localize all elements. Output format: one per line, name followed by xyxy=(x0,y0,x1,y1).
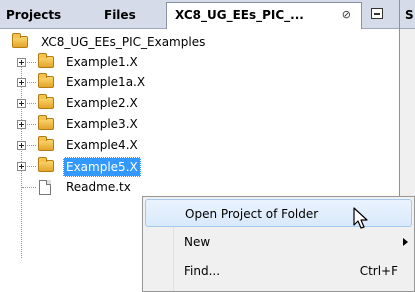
expand-icon[interactable] xyxy=(17,58,26,67)
tree-connector xyxy=(27,124,36,125)
expand-icon[interactable] xyxy=(17,141,26,150)
tab-files[interactable]: Files xyxy=(98,3,164,28)
tree-node-label: Example1.X xyxy=(66,55,138,69)
tree-connector xyxy=(27,166,36,167)
right-panel-tab[interactable]: S xyxy=(405,8,414,22)
tab-navigator-project[interactable]: XC8_UG_EEs_PIC_... ⊘ xyxy=(166,2,362,29)
expand-icon[interactable] xyxy=(17,162,26,171)
tree-connector xyxy=(22,187,36,188)
file-icon xyxy=(39,180,51,195)
tree-connector xyxy=(27,145,36,146)
expand-icon[interactable] xyxy=(17,99,26,108)
tree-connector xyxy=(27,103,36,104)
mouse-cursor-icon xyxy=(353,207,368,229)
folder-icon xyxy=(38,73,54,88)
tab-projects[interactable]: Projects xyxy=(0,3,98,28)
submenu-arrow-icon xyxy=(403,238,408,246)
folder-icon xyxy=(38,53,54,68)
context-menu: Open Project of Folder New Find... Ctrl+… xyxy=(142,196,415,292)
menu-item-label: Open Project of Folder xyxy=(185,207,319,221)
tab-navigator-project-label: XC8_UG_EEs_PIC_... xyxy=(175,8,304,22)
folder-icon xyxy=(38,157,54,172)
folder-icon xyxy=(12,33,28,48)
expand-icon[interactable] xyxy=(17,78,26,87)
expand-icon[interactable] xyxy=(17,120,26,129)
close-tab-icon[interactable]: ⊘ xyxy=(342,3,351,27)
tree-node-label: Example5.X xyxy=(63,157,141,177)
menu-item-label: New xyxy=(184,235,211,249)
tab-strip: Projects Files XC8_UG_EEs_PIC_... ⊘ xyxy=(0,0,415,29)
folder-icon xyxy=(38,94,54,109)
minimize-window-icon[interactable] xyxy=(371,8,383,19)
tree-node-label: Example3.X xyxy=(66,117,138,131)
tree-node-label: Readme.tx xyxy=(66,180,131,194)
menu-item-label: Find... xyxy=(184,264,221,278)
tree-connector xyxy=(27,82,36,83)
tree-connector xyxy=(27,62,36,63)
menu-item-shortcut: Ctrl+F xyxy=(359,264,398,278)
menu-item-new[interactable]: New xyxy=(145,228,412,256)
menu-item-find[interactable]: Find... Ctrl+F xyxy=(145,257,412,285)
tree-node-label: Example4.X xyxy=(66,138,138,152)
tree-node-label: Example2.X xyxy=(66,96,138,110)
folder-icon xyxy=(38,136,54,151)
folder-icon xyxy=(38,115,54,130)
tree-node-label: Example1a.X xyxy=(66,75,146,89)
tree-node-label: XC8_UG_EEs_PIC_Examples xyxy=(41,35,206,49)
